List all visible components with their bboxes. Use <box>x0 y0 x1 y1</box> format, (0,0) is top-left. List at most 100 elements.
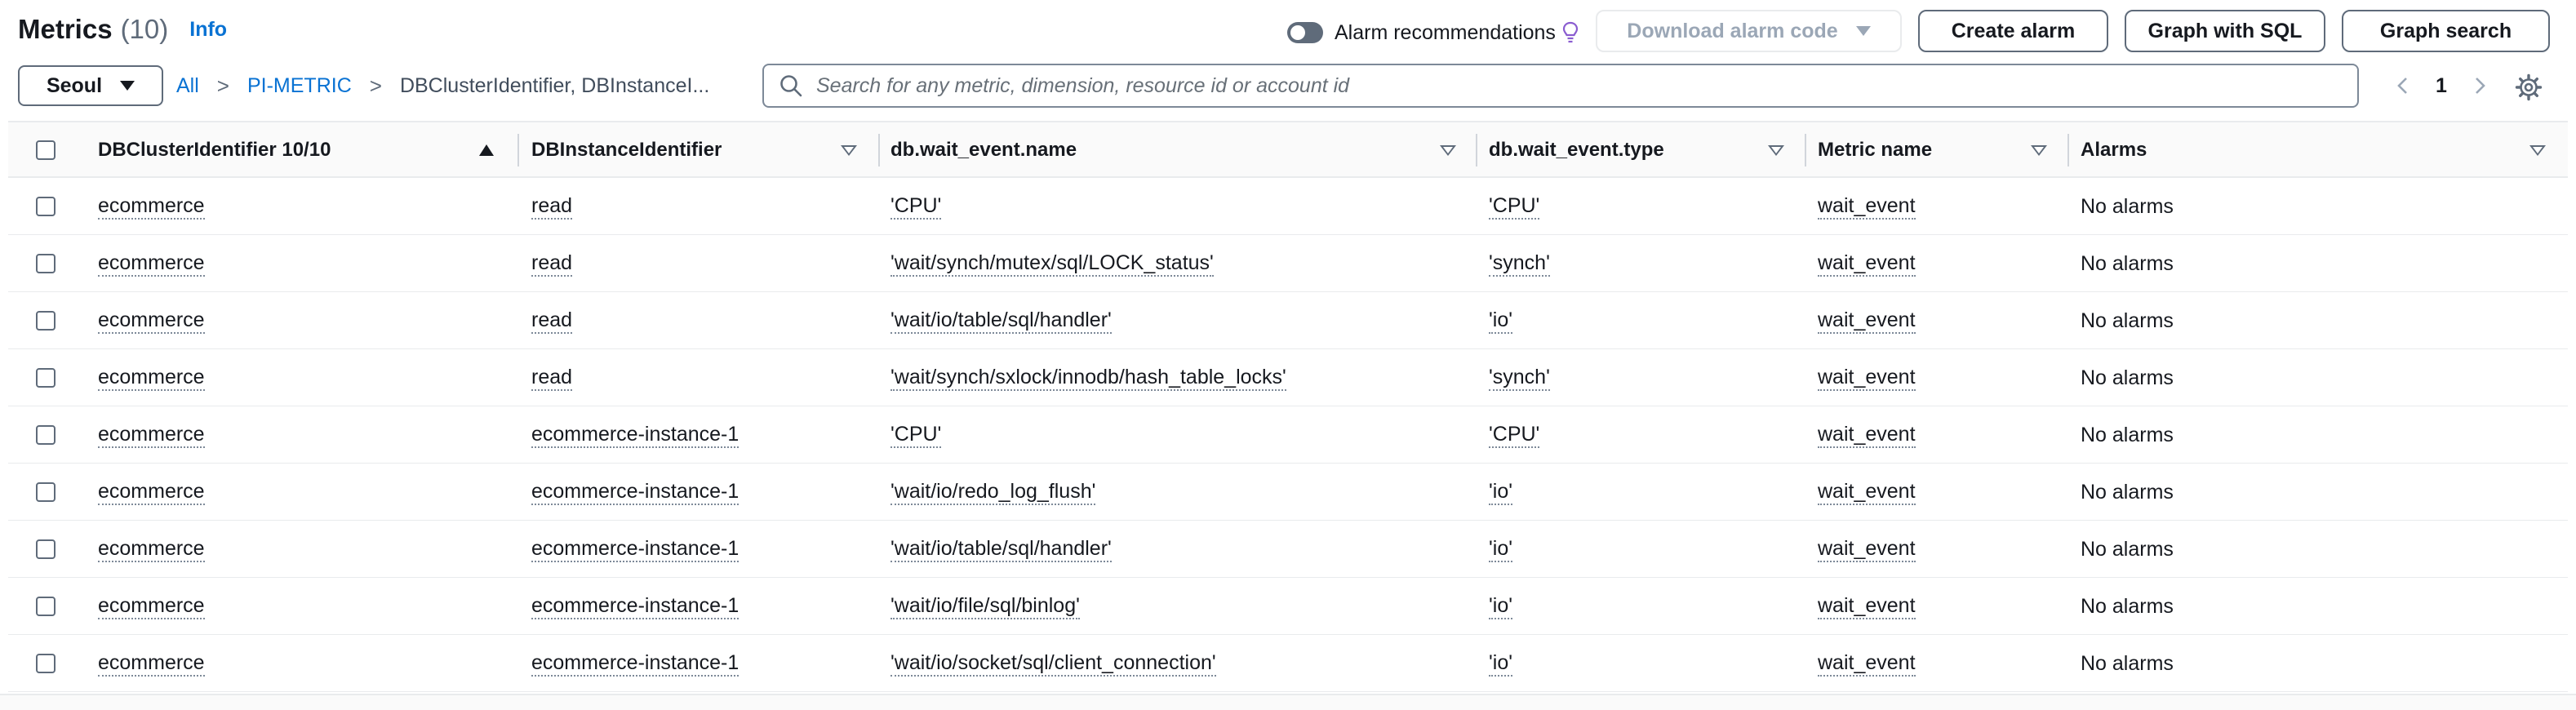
graph-search-button[interactable]: Graph search <box>2342 10 2550 52</box>
cell-instance-identifier[interactable]: ecommerce-instance-1 <box>531 536 739 562</box>
table-row[interactable]: ecommerce read 'wait/synch/mutex/sql/LOC… <box>8 235 2568 292</box>
column-header-wait-event-type[interactable]: db.wait_event.type <box>1489 122 1664 178</box>
info-link[interactable]: Info <box>189 18 227 42</box>
column-resizer[interactable] <box>517 134 519 166</box>
breadcrumb-namespace[interactable]: PI-METRIC <box>247 74 352 98</box>
row-checkbox[interactable] <box>36 482 56 502</box>
region-selector[interactable]: Seoul <box>18 65 163 106</box>
download-alarm-code-button[interactable]: Download alarm code <box>1596 10 1902 52</box>
chevron-right-icon[interactable] <box>2468 74 2491 97</box>
current-page-number[interactable]: 1 <box>2436 74 2447 98</box>
cell-cluster-identifier[interactable]: ecommerce <box>98 479 205 505</box>
cell-wait-event-type[interactable]: 'CPU' <box>1489 422 1540 448</box>
cell-wait-event-name[interactable]: 'wait/synch/sxlock/innodb/hash_table_loc… <box>890 365 1286 391</box>
table-row[interactable]: ecommerce read 'wait/synch/sxlock/innodb… <box>8 349 2568 406</box>
column-header-wait-event-name[interactable]: db.wait_event.name <box>890 122 1077 178</box>
cell-cluster-identifier[interactable]: ecommerce <box>98 536 205 562</box>
cell-metric-name[interactable]: wait_event <box>1818 479 1916 505</box>
row-checkbox[interactable] <box>36 539 56 559</box>
cell-wait-event-name[interactable]: 'CPU' <box>890 193 942 220</box>
row-checkbox[interactable] <box>36 654 56 673</box>
row-checkbox[interactable] <box>36 254 56 273</box>
sort-ascending-icon[interactable] <box>479 144 494 156</box>
create-alarm-button[interactable]: Create alarm <box>1918 10 2108 52</box>
chevron-left-icon[interactable] <box>2392 74 2414 97</box>
cell-instance-identifier[interactable]: read <box>531 308 573 334</box>
cell-cluster-identifier[interactable]: ecommerce <box>98 365 205 391</box>
select-all-checkbox[interactable] <box>36 140 56 160</box>
cell-cluster-identifier[interactable]: ecommerce <box>98 251 205 277</box>
table-row[interactable]: ecommerce ecommerce-instance-1 'wait/io/… <box>8 521 2568 578</box>
cell-metric-name[interactable]: wait_event <box>1818 193 1916 220</box>
row-checkbox[interactable] <box>36 197 56 216</box>
cell-cluster-identifier[interactable]: ecommerce <box>98 308 205 334</box>
table-header: DBClusterIdentifier 10/10 DBInstanceIden… <box>8 121 2568 178</box>
cell-wait-event-type[interactable]: 'io' <box>1489 308 1513 334</box>
cell-metric-name[interactable]: wait_event <box>1818 422 1916 448</box>
column-header-alarms[interactable]: Alarms <box>2081 122 2147 178</box>
table-row[interactable]: ecommerce read 'CPU' 'CPU' wait_event No… <box>8 178 2568 235</box>
cell-wait-event-type[interactable]: 'io' <box>1489 650 1513 677</box>
cell-cluster-identifier[interactable]: ecommerce <box>98 593 205 619</box>
graph-with-sql-button[interactable]: Graph with SQL <box>2125 10 2325 52</box>
table-row[interactable]: ecommerce ecommerce-instance-1 'wait/io/… <box>8 464 2568 521</box>
gear-icon[interactable] <box>2515 73 2543 101</box>
cell-instance-identifier[interactable]: ecommerce-instance-1 <box>531 479 739 505</box>
cell-wait-event-name[interactable]: 'wait/io/file/sql/binlog' <box>890 593 1080 619</box>
column-header-metric-name[interactable]: Metric name <box>1818 122 1932 178</box>
cell-instance-identifier[interactable]: ecommerce-instance-1 <box>531 650 739 677</box>
table-row[interactable]: ecommerce read 'wait/io/table/sql/handle… <box>8 292 2568 349</box>
cell-wait-event-type[interactable]: 'io' <box>1489 593 1513 619</box>
cell-wait-event-type[interactable]: 'io' <box>1489 479 1513 505</box>
cell-wait-event-name[interactable]: 'wait/io/redo_log_flush' <box>890 479 1096 505</box>
row-checkbox[interactable] <box>36 311 56 331</box>
row-checkbox[interactable] <box>36 597 56 616</box>
cell-alarms: No alarms <box>2081 423 2174 446</box>
breadcrumb-all[interactable]: All <box>176 74 199 98</box>
cell-instance-identifier[interactable]: ecommerce-instance-1 <box>531 422 739 448</box>
cell-cluster-identifier[interactable]: ecommerce <box>98 422 205 448</box>
row-checkbox[interactable] <box>36 425 56 445</box>
cell-metric-name[interactable]: wait_event <box>1818 365 1916 391</box>
table-body: ecommerce read 'CPU' 'CPU' wait_event No… <box>8 178 2568 692</box>
sort-descending-icon[interactable] <box>1768 145 1784 156</box>
row-checkbox[interactable] <box>36 368 56 388</box>
column-header-dbclusteridentifier[interactable]: DBClusterIdentifier 10/10 <box>98 122 331 178</box>
cell-wait-event-name[interactable]: 'wait/io/socket/sql/client_connection' <box>890 650 1216 677</box>
table-row[interactable]: ecommerce ecommerce-instance-1 'CPU' 'CP… <box>8 406 2568 464</box>
column-resizer[interactable] <box>1805 134 1806 166</box>
column-header-dbinstanceidentifier[interactable]: DBInstanceIdentifier <box>531 122 722 178</box>
cell-metric-name[interactable]: wait_event <box>1818 650 1916 677</box>
cell-wait-event-name[interactable]: 'wait/io/table/sql/handler' <box>890 536 1112 562</box>
cell-wait-event-type[interactable]: 'synch' <box>1489 365 1550 391</box>
search-input[interactable] <box>816 73 2285 98</box>
column-resizer[interactable] <box>878 134 880 166</box>
column-resizer[interactable] <box>1476 134 1477 166</box>
cell-wait-event-type[interactable]: 'synch' <box>1489 251 1550 277</box>
sort-descending-icon[interactable] <box>1440 145 1456 156</box>
cell-metric-name[interactable]: wait_event <box>1818 251 1916 277</box>
table-row[interactable]: ecommerce ecommerce-instance-1 'wait/io/… <box>8 578 2568 635</box>
alarm-recommendations-toggle-group: Alarm recommendations <box>1287 18 1579 47</box>
alarm-recommendations-toggle[interactable] <box>1287 22 1323 43</box>
cell-wait-event-name[interactable]: 'CPU' <box>890 422 942 448</box>
region-label: Seoul <box>46 73 103 97</box>
sort-descending-icon[interactable] <box>841 145 857 156</box>
cell-wait-event-type[interactable]: 'io' <box>1489 536 1513 562</box>
cell-cluster-identifier[interactable]: ecommerce <box>98 650 205 677</box>
cell-wait-event-name[interactable]: 'wait/synch/mutex/sql/LOCK_status' <box>890 251 1214 277</box>
sort-descending-icon[interactable] <box>2031 145 2047 156</box>
cell-metric-name[interactable]: wait_event <box>1818 308 1916 334</box>
cell-wait-event-type[interactable]: 'CPU' <box>1489 193 1540 220</box>
cell-instance-identifier[interactable]: read <box>531 193 573 220</box>
cell-instance-identifier[interactable]: read <box>531 251 573 277</box>
cell-wait-event-name[interactable]: 'wait/io/table/sql/handler' <box>890 308 1112 334</box>
column-resizer[interactable] <box>2067 134 2069 166</box>
sort-descending-icon[interactable] <box>2529 145 2546 156</box>
cell-instance-identifier[interactable]: read <box>531 365 573 391</box>
cell-metric-name[interactable]: wait_event <box>1818 536 1916 562</box>
cell-instance-identifier[interactable]: ecommerce-instance-1 <box>531 593 739 619</box>
table-row[interactable]: ecommerce ecommerce-instance-1 'wait/io/… <box>8 635 2568 692</box>
cell-cluster-identifier[interactable]: ecommerce <box>98 193 205 220</box>
cell-metric-name[interactable]: wait_event <box>1818 593 1916 619</box>
